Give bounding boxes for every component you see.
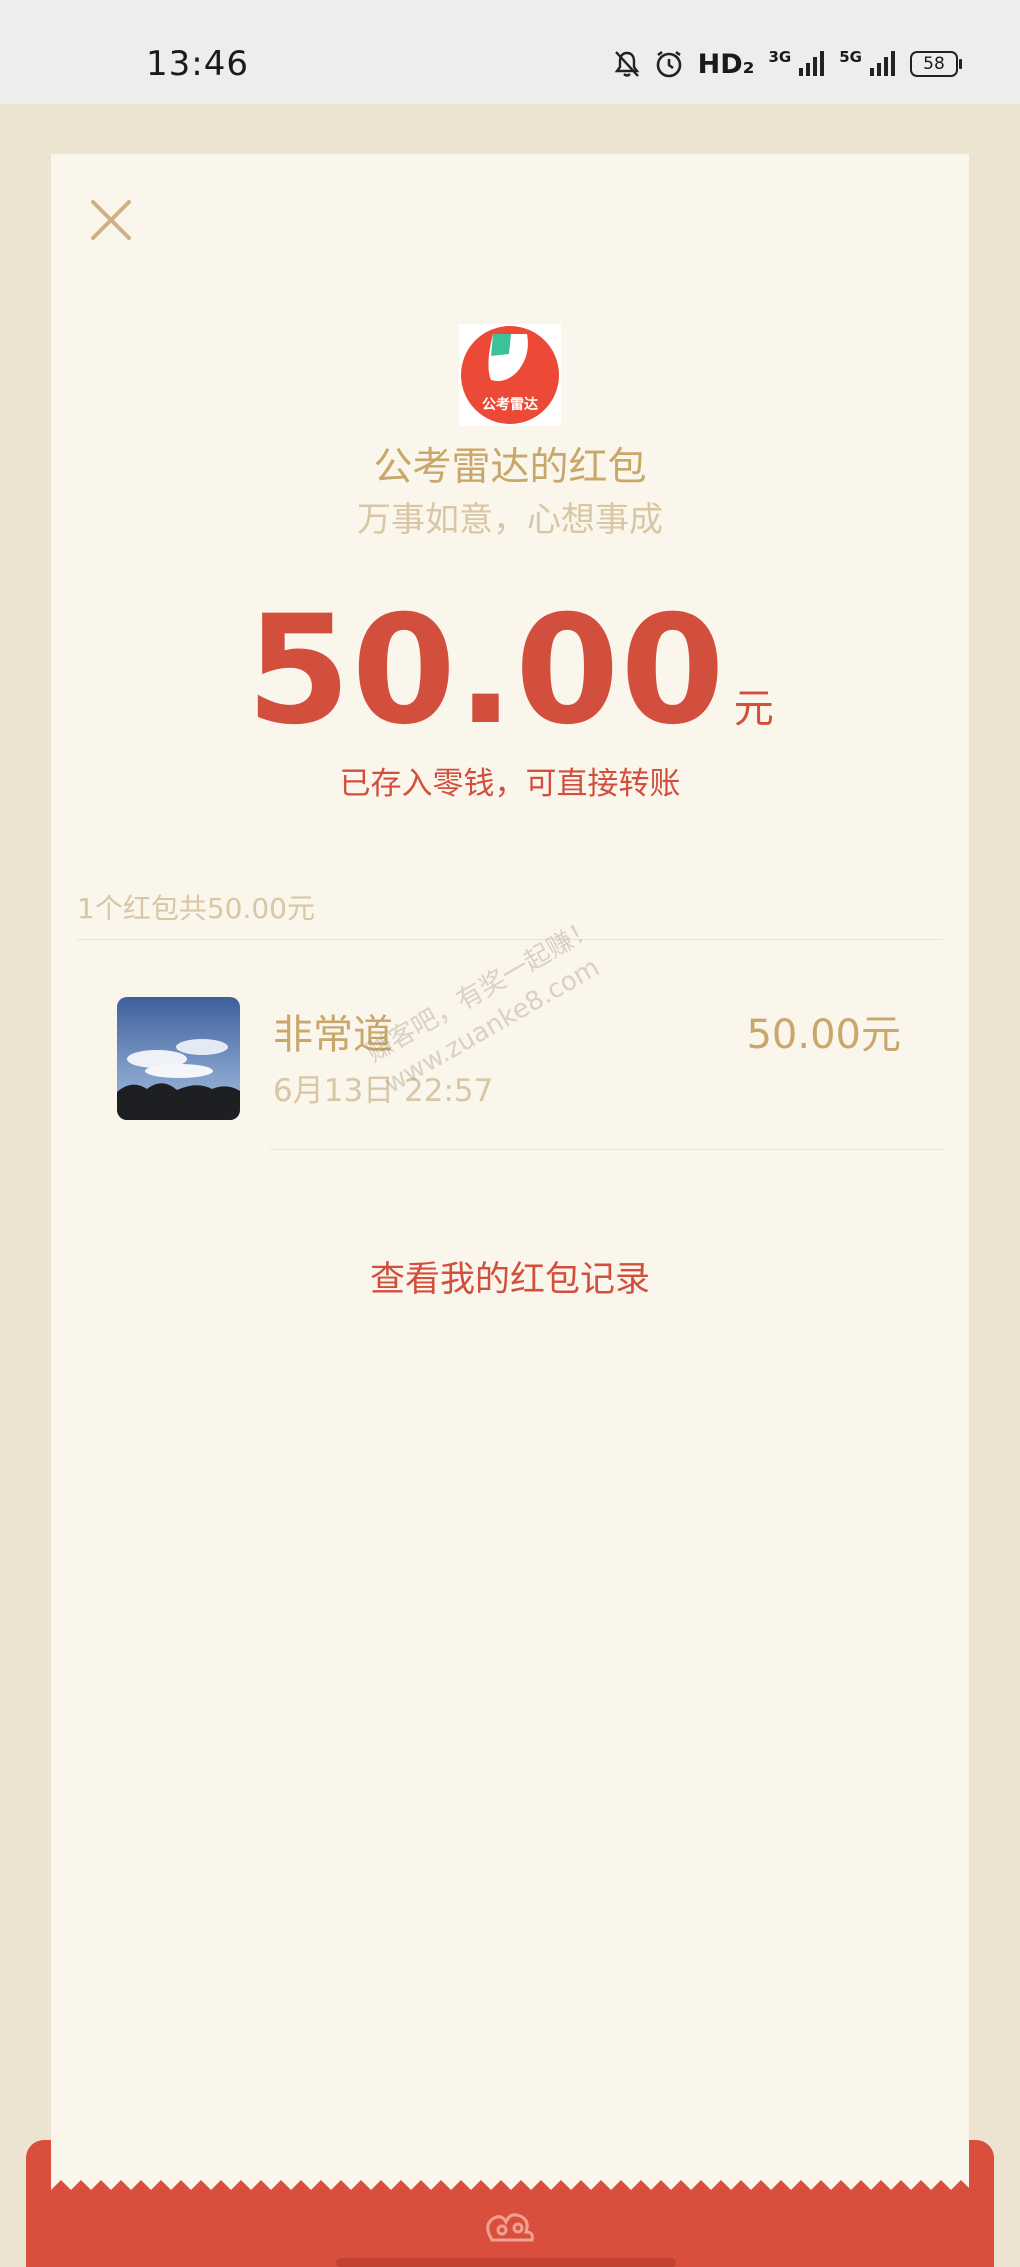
mute-bell-icon bbox=[614, 50, 640, 78]
home-indicator[interactable] bbox=[336, 2258, 676, 2267]
signal-icon bbox=[870, 50, 896, 78]
cloud-ornament-icon bbox=[486, 2213, 534, 2242]
hd-label: HD₂ bbox=[697, 48, 755, 80]
blessing-text: 万事如意，心想事成 bbox=[357, 500, 663, 540]
close-button[interactable] bbox=[83, 192, 139, 248]
network-3g-label: 3G bbox=[768, 48, 792, 66]
view-records-link[interactable]: 查看我的红包记录 bbox=[51, 1251, 969, 1302]
network-5g-label: 5G bbox=[839, 48, 862, 66]
avatar[interactable] bbox=[117, 997, 240, 1120]
red-packet-card: 公考雷达 公考雷达的红包 万事如意，心想事成 50.00 元 已存入零钱，可直接转… bbox=[51, 154, 969, 2194]
sender-logo: 公考雷达 bbox=[459, 324, 561, 426]
status-icons: HD₂ 3G 5G 58 bbox=[614, 44, 962, 84]
receiver-divider bbox=[270, 1149, 943, 1150]
status-time: 13:46 bbox=[146, 44, 249, 84]
zigzag-edge bbox=[51, 2180, 969, 2200]
receiver-amount: 50.00元 bbox=[746, 1012, 901, 1058]
stored-note: 已存入零钱，可直接转账 bbox=[339, 766, 681, 802]
amount-display: 50.00 元 bbox=[51, 584, 969, 758]
alarm-icon bbox=[654, 49, 684, 79]
red-packet-footer bbox=[26, 2140, 994, 2267]
summary-divider bbox=[77, 939, 943, 940]
amount-value: 50.00 bbox=[246, 584, 726, 758]
battery-icon: 58 bbox=[910, 51, 962, 77]
signal-icon bbox=[799, 50, 825, 78]
logo-text: 公考雷达 bbox=[482, 397, 538, 413]
status-bar: 13:46 HD₂ 3G 5G 58 bbox=[0, 0, 1020, 104]
sender-title: 公考雷达的红包 bbox=[373, 445, 647, 490]
packet-summary: 1个红包共50.00元 bbox=[77, 892, 315, 925]
amount-unit: 元 bbox=[733, 686, 774, 732]
close-icon bbox=[91, 200, 131, 240]
